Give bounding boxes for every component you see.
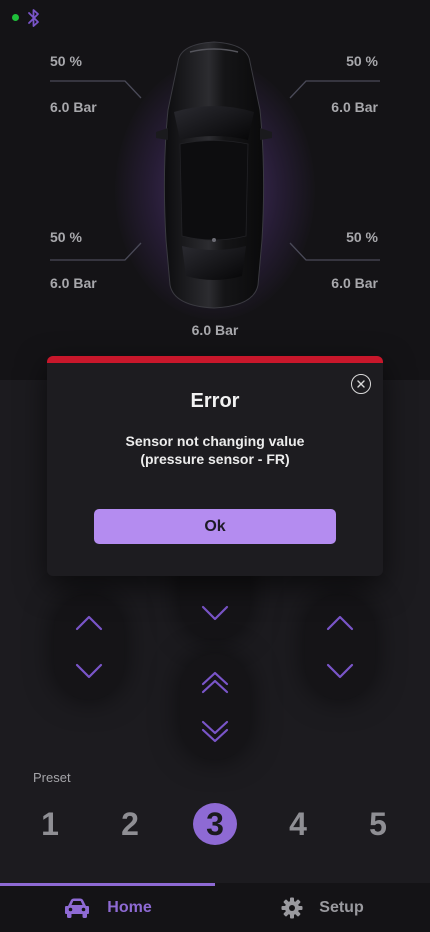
chevron-up-icon	[75, 615, 103, 631]
dialog-ok-button[interactable]: Ok	[94, 509, 336, 544]
center-pressure: 6.0 Bar	[191, 322, 239, 338]
car-top-view-image	[156, 41, 272, 309]
front-right-percent: 50 %	[346, 53, 378, 69]
bottom-navigation: Home Setup	[0, 883, 430, 932]
all-down-button[interactable]	[180, 707, 250, 757]
chevron-down-icon	[75, 663, 103, 679]
all-height-control	[180, 654, 250, 760]
right-height-control	[305, 594, 375, 700]
preset-option-1[interactable]: 1	[28, 803, 72, 845]
nav-tab-home[interactable]: Home	[0, 883, 215, 932]
double-chevron-up-icon	[201, 671, 229, 694]
all-up-button[interactable]	[180, 657, 250, 707]
front-left-percent: 50 %	[50, 53, 82, 69]
front-left-leader-line	[50, 80, 142, 99]
connection-status-dot	[12, 14, 19, 21]
preset-option-2[interactable]: 2	[108, 803, 152, 845]
bluetooth-icon[interactable]	[26, 8, 42, 28]
left-height-control	[54, 594, 124, 700]
close-icon	[357, 380, 365, 388]
car-icon	[65, 898, 90, 918]
nav-home-label: Home	[107, 898, 152, 916]
rear-left-leader-line	[50, 242, 142, 261]
vehicle-panel: 50 % 6.0 Bar 50 % 6.0 Bar 50 % 6.0 Bar 5…	[0, 0, 430, 380]
nav-setup-label: Setup	[319, 898, 364, 916]
chevron-up-icon	[326, 615, 354, 631]
app-screen: 50 % 6.0 Bar 50 % 6.0 Bar 50 % 6.0 Bar 5…	[0, 0, 430, 932]
dialog-title: Error	[190, 390, 240, 412]
gear-icon	[281, 897, 303, 918]
left-up-button[interactable]	[54, 598, 124, 648]
center-down-button[interactable]	[180, 588, 250, 638]
dialog-message: Sensor not changing value (pressure sens…	[47, 432, 383, 468]
left-down-button[interactable]	[54, 646, 124, 696]
front-right-leader-line	[289, 80, 380, 99]
dialog-message-line-2: (pressure sensor - FR)	[140, 451, 290, 467]
right-down-button[interactable]	[305, 646, 375, 696]
error-dialog: Error Sensor not changing value (pressur…	[47, 356, 383, 576]
nav-tab-setup[interactable]: Setup	[215, 883, 430, 932]
preset-option-3[interactable]: 3	[193, 803, 237, 845]
error-accent-bar	[47, 356, 383, 363]
rear-right-leader-line	[289, 242, 380, 261]
preset-label: Preset	[33, 770, 71, 785]
double-chevron-down-icon	[201, 720, 229, 743]
dialog-message-line-1: Sensor not changing value	[125, 433, 305, 449]
front-left-pressure: 6.0 Bar	[50, 99, 97, 115]
chevron-down-icon	[326, 663, 354, 679]
rear-right-pressure: 6.0 Bar	[331, 275, 378, 291]
preset-option-4[interactable]: 4	[276, 803, 320, 845]
chevron-down-icon	[201, 605, 229, 621]
rear-left-pressure: 6.0 Bar	[50, 275, 97, 291]
front-right-pressure: 6.0 Bar	[331, 99, 378, 115]
preset-option-5[interactable]: 5	[356, 803, 400, 845]
right-up-button[interactable]	[305, 598, 375, 648]
